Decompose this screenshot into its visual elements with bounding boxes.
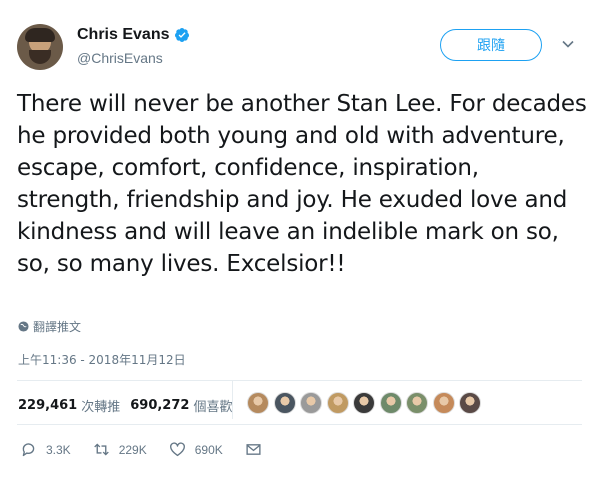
heart-icon[interactable] xyxy=(169,441,186,458)
like-count: 690K xyxy=(194,442,223,457)
globe-icon xyxy=(18,321,29,332)
avatar[interactable] xyxy=(17,24,63,70)
handle: @ChrisEvans xyxy=(77,50,163,66)
reply-action[interactable]: 3.3K xyxy=(20,441,71,458)
chevron-down-icon[interactable] xyxy=(561,37,575,51)
avatar-beard xyxy=(29,50,51,64)
retweets-label[interactable]: 次轉推 xyxy=(81,396,120,415)
verified-badge-icon xyxy=(175,28,190,42)
like-action[interactable]: 690K xyxy=(169,441,223,458)
direct-message-action[interactable] xyxy=(245,441,271,458)
translate-tweet-link[interactable]: 翻譯推文 xyxy=(18,318,81,335)
translate-label[interactable]: 翻譯推文 xyxy=(33,318,81,335)
follow-button[interactable]: 跟隨 xyxy=(440,29,542,61)
liker-avatar[interactable] xyxy=(432,392,455,414)
reply-icon[interactable] xyxy=(20,441,37,458)
divider-top xyxy=(17,380,582,381)
liker-avatar[interactable] xyxy=(459,392,481,414)
reply-count: 3.3K xyxy=(46,442,71,457)
liker-avatar[interactable] xyxy=(300,392,322,414)
liker-avatar[interactable] xyxy=(353,392,375,414)
liker-avatar[interactable] xyxy=(379,392,402,414)
liker-avatar[interactable] xyxy=(273,392,296,414)
retweet-count: 229K xyxy=(118,442,147,457)
tweet-stats: 229,461 次轉推 690,272 個喜歡 xyxy=(18,396,242,415)
liker-avatar[interactable] xyxy=(326,392,349,414)
liker-avatar[interactable] xyxy=(406,392,428,414)
tweet-text: There will never be another Stan Lee. Fo… xyxy=(17,91,587,277)
liker-avatars xyxy=(247,392,486,414)
stats-separator xyxy=(232,381,233,419)
divider-bottom xyxy=(17,424,582,425)
display-name[interactable]: Chris Evans xyxy=(77,26,169,44)
retweets-count[interactable]: 229,461 xyxy=(18,398,77,413)
envelope-icon[interactable] xyxy=(245,441,262,458)
retweet-action[interactable]: 229K xyxy=(93,441,147,458)
liker-avatar[interactable] xyxy=(247,392,269,414)
tweet-timestamp[interactable]: 上午11:36 - 2018年11月12日 xyxy=(18,351,186,368)
likes-count[interactable]: 690,272 xyxy=(130,398,189,413)
avatar-hair xyxy=(25,28,55,42)
retweet-icon[interactable] xyxy=(93,441,110,458)
tweet-actions: 3.3K 229K 690K xyxy=(20,441,293,458)
name-row: Chris Evans xyxy=(77,26,190,44)
likes-label[interactable]: 個喜歡 xyxy=(193,396,232,415)
